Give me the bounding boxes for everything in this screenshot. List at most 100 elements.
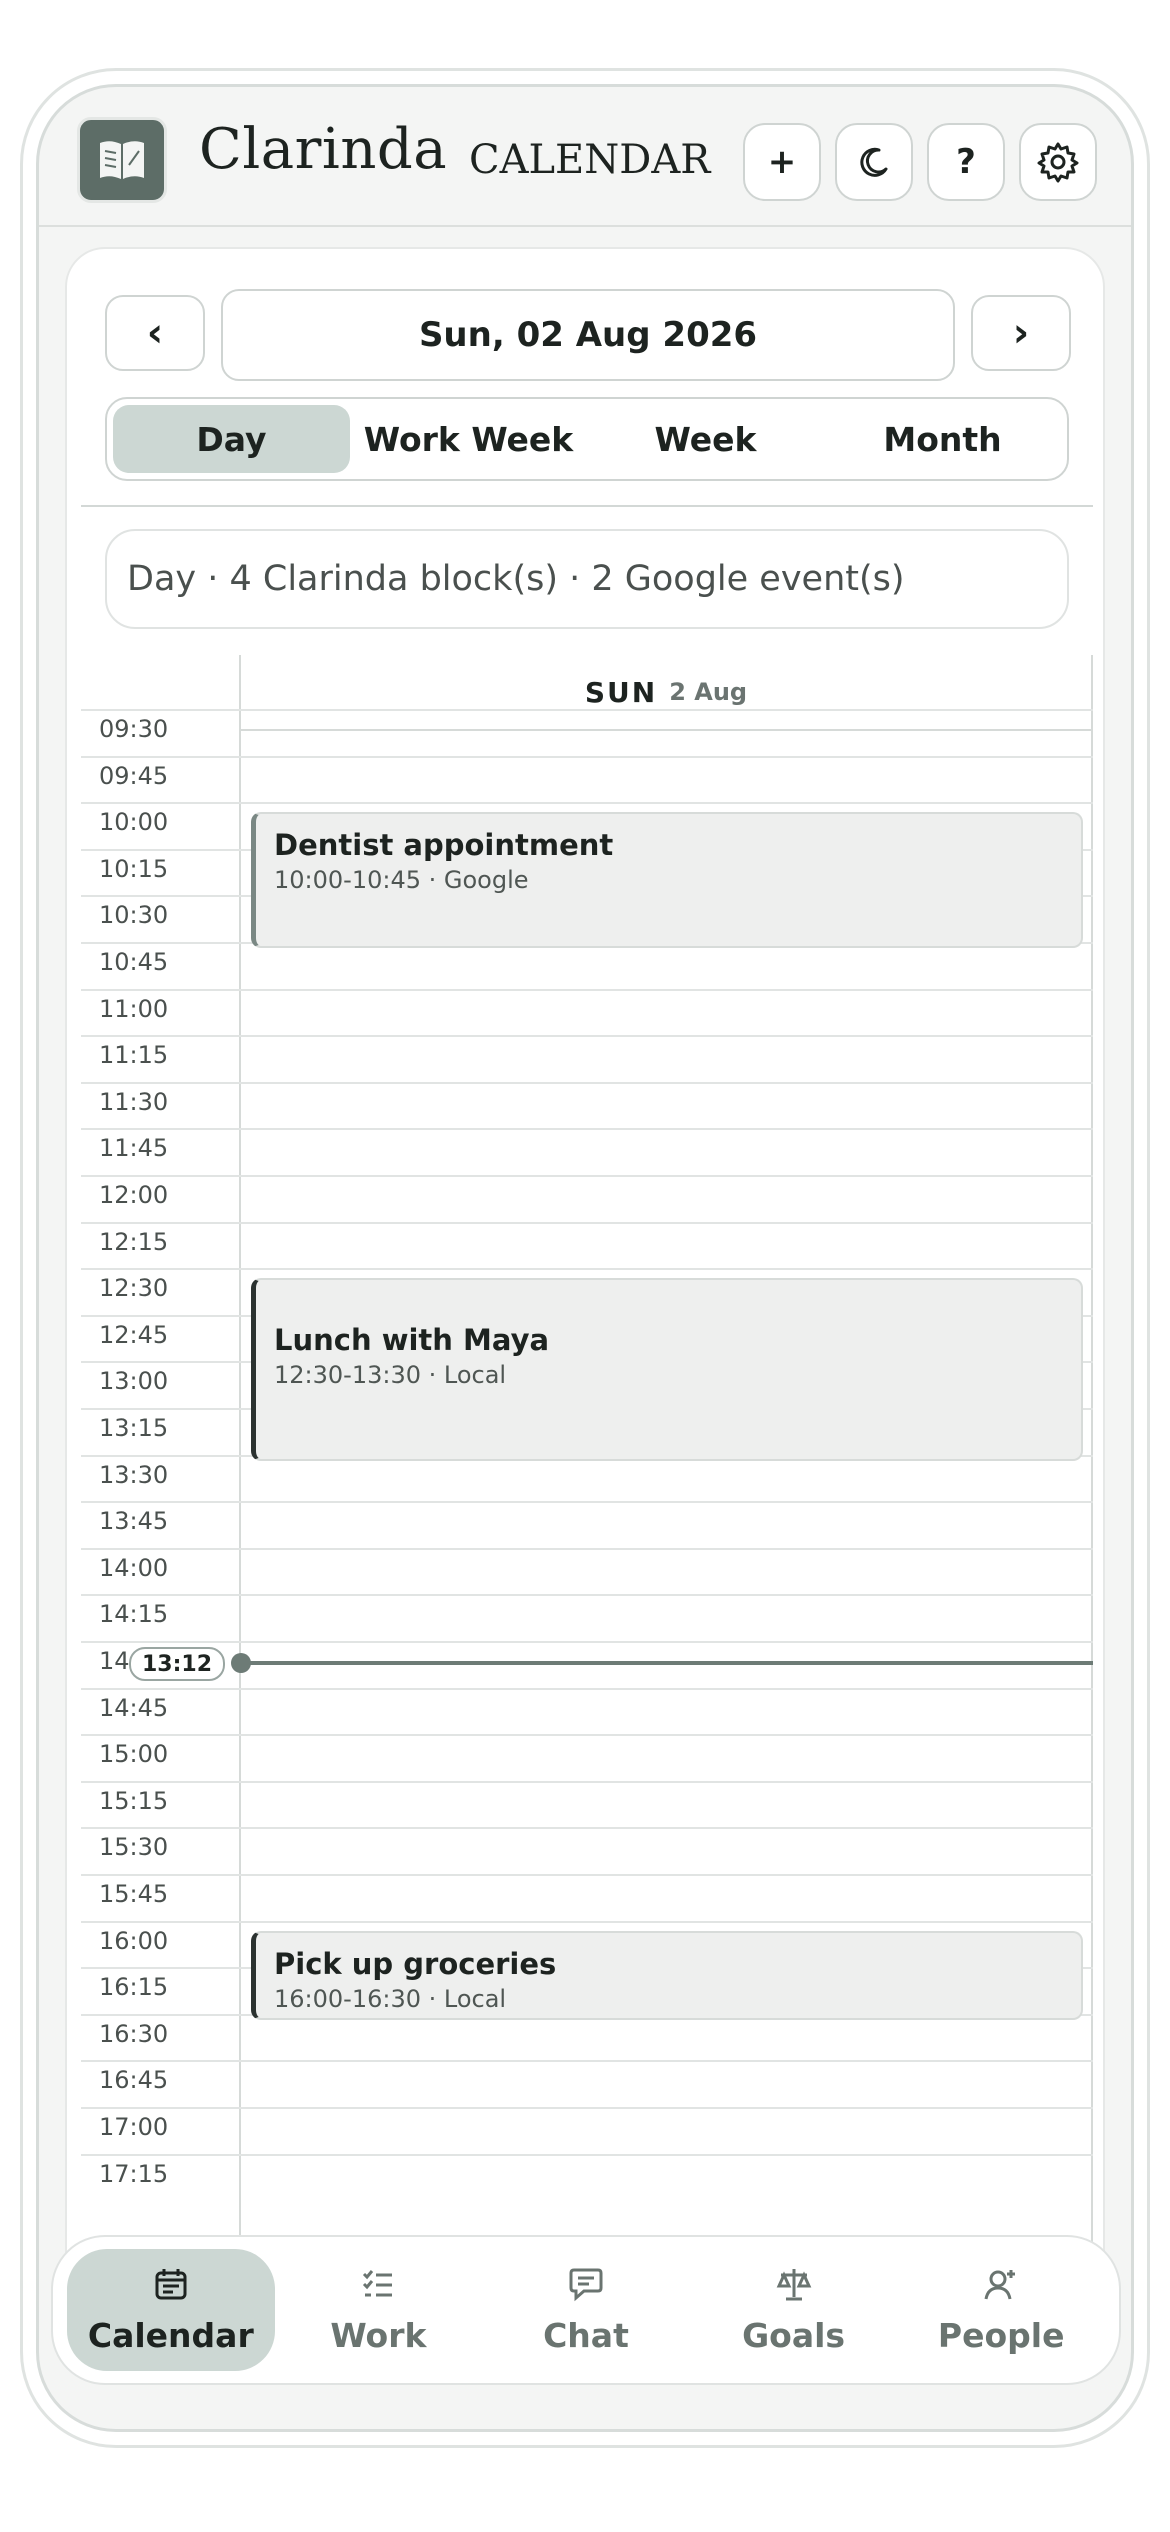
event-meta: 10:00-10:45 · Google — [274, 866, 529, 895]
time-slot-label: 11:45 — [99, 1134, 169, 1163]
slot-divider — [81, 1268, 1093, 1271]
event-title: Lunch with Maya — [274, 1323, 550, 1358]
time-slot-label: 13:30 — [99, 1460, 169, 1489]
tab-chat[interactable]: Chat — [482, 2249, 690, 2371]
time-slot-label: 13:00 — [99, 1367, 169, 1396]
next-date-button[interactable]: › — [971, 295, 1071, 371]
current-time-badge: 13:12 — [129, 1647, 225, 1681]
tab-day[interactable]: Day — [113, 405, 350, 473]
time-slot-label: 15:30 — [99, 1833, 169, 1862]
tab-calendar[interactable]: Calendar — [67, 2249, 275, 2371]
slot-divider — [81, 1641, 1093, 1643]
slot-divider — [81, 1128, 1093, 1131]
theme-toggle-button[interactable] — [835, 123, 913, 201]
time-slot-label: 10:00 — [99, 808, 169, 837]
time-slot-label: 10:15 — [99, 854, 169, 883]
time-slot-label: 17:00 — [99, 2113, 169, 2141]
settings-button[interactable] — [1019, 123, 1097, 201]
time-slot-label: 15:45 — [99, 1880, 169, 1908]
day-header: SUN 2 Aug — [241, 655, 1091, 731]
time-slot-label: 15:00 — [99, 1740, 169, 1769]
tab-chat-label: Chat — [543, 2315, 629, 2355]
time-slot-label: 12:15 — [99, 1227, 169, 1256]
help-button[interactable]: ? — [927, 123, 1005, 201]
slot-divider — [81, 2107, 1093, 2109]
slot-divider — [81, 1827, 1093, 1830]
time-slot-label: 09:45 — [99, 761, 169, 790]
slot-divider — [81, 709, 1093, 711]
calendar-event[interactable]: Pick up groceries 16:00-16:30 · Local — [251, 1930, 1083, 2020]
time-slot-label: 13:45 — [99, 1507, 169, 1536]
day-header-weekday: SUN — [584, 675, 658, 709]
time-slot-label: 12:30 — [99, 1274, 169, 1303]
person-add-icon — [984, 2269, 1016, 2299]
calendar-event[interactable]: Dentist appointment 10:00-10:45 · Google — [251, 812, 1083, 948]
time-slot-label: 16:45 — [99, 2066, 169, 2095]
calendar-card: ‹ Sun, 02 Aug 2026 › Day Work Week Week … — [65, 247, 1105, 2327]
tab-month[interactable]: Month — [824, 405, 1061, 473]
calendar-event[interactable]: Lunch with Maya 12:30-13:30 · Local — [251, 1278, 1083, 1461]
app-name: Clarinda — [199, 117, 448, 182]
plus-icon: + — [767, 142, 797, 182]
slot-divider — [81, 1594, 1093, 1597]
section-title: CALENDAR — [469, 137, 711, 183]
time-slot-label: 16:15 — [99, 1973, 169, 2002]
checklist-icon — [363, 2269, 393, 2296]
tab-work-label: Work — [330, 2315, 427, 2355]
slot-divider — [81, 1221, 1093, 1224]
time-slot-label: 10:30 — [99, 901, 169, 930]
chevron-left-icon: ‹ — [146, 310, 164, 356]
tab-work-week[interactable]: Work Week — [350, 405, 587, 473]
current-time-line — [237, 1661, 1093, 1665]
tab-goals-label: Goals — [742, 2315, 846, 2355]
time-slot-label: 15:15 — [99, 1786, 169, 1815]
day-summary: Day · 4 Clarinda block(s) · 2 Google eve… — [105, 529, 1069, 629]
time-slot-label: 11:15 — [99, 1041, 169, 1070]
current-time-dot — [231, 1653, 251, 1673]
slot-divider — [81, 1687, 1093, 1690]
tab-week[interactable]: Week — [587, 405, 824, 473]
divider — [81, 505, 1093, 507]
bottom-tab-bar: Calendar Work Chat Goals People — [51, 2235, 1121, 2385]
calendar-icon — [155, 2268, 187, 2299]
time-slot-label: 11:30 — [99, 1087, 169, 1116]
slot-divider — [81, 1780, 1093, 1783]
current-date[interactable]: Sun, 02 Aug 2026 — [221, 289, 955, 381]
app-window: Clarinda CALENDAR + ? ‹ Sun, 02 Aug 2026… — [36, 84, 1134, 2432]
time-slot-label: 09:30 — [99, 715, 169, 743]
day-header-date: 2 Aug — [669, 678, 748, 706]
prev-date-button[interactable]: ‹ — [105, 295, 205, 371]
slot-divider — [81, 1547, 1093, 1550]
slot-divider — [81, 1874, 1093, 1876]
scale-icon — [776, 2268, 811, 2300]
tab-people-label: People — [937, 2315, 1065, 2355]
app-logo[interactable] — [77, 117, 167, 203]
add-button[interactable]: + — [743, 123, 821, 201]
time-slot-label: 17:15 — [99, 2159, 169, 2188]
day-grid[interactable]: SUN 2 Aug 09:30 09:45 10:00 10:15 10:30 10:45… — [81, 655, 1093, 2325]
view-switcher: Day Work Week Week Month — [105, 397, 1069, 481]
slot-divider — [81, 1081, 1093, 1084]
event-meta: 12:30-13:30 · Local — [274, 1361, 507, 1390]
time-slot-label: 12:45 — [99, 1320, 169, 1349]
slot-divider — [81, 988, 1093, 991]
tab-calendar-label: Calendar — [87, 2315, 254, 2355]
event-title: Pick up groceries — [274, 1946, 557, 1981]
slot-divider — [81, 755, 1093, 758]
chevron-right-icon: › — [1012, 310, 1030, 356]
time-slot-label: 12:00 — [99, 1181, 169, 1209]
event-title: Dentist appointment — [274, 828, 614, 863]
chat-icon — [569, 2268, 603, 2301]
tab-people[interactable]: People — [897, 2249, 1105, 2371]
book-icon — [100, 141, 144, 179]
time-slot-label: 14:00 — [99, 1553, 169, 1582]
top-bar: Clarinda CALENDAR + ? — [39, 87, 1131, 227]
time-slot-label: 16:00 — [99, 1926, 169, 1955]
event-meta: 16:00-16:30 · Local — [274, 1984, 507, 2013]
tab-work[interactable]: Work — [275, 2249, 483, 2371]
slot-divider — [81, 1035, 1093, 1038]
time-slot-label: 14:15 — [99, 1600, 169, 1629]
slot-divider — [81, 1175, 1093, 1177]
tab-goals[interactable]: Goals — [690, 2249, 898, 2371]
slot-divider — [81, 2060, 1093, 2063]
